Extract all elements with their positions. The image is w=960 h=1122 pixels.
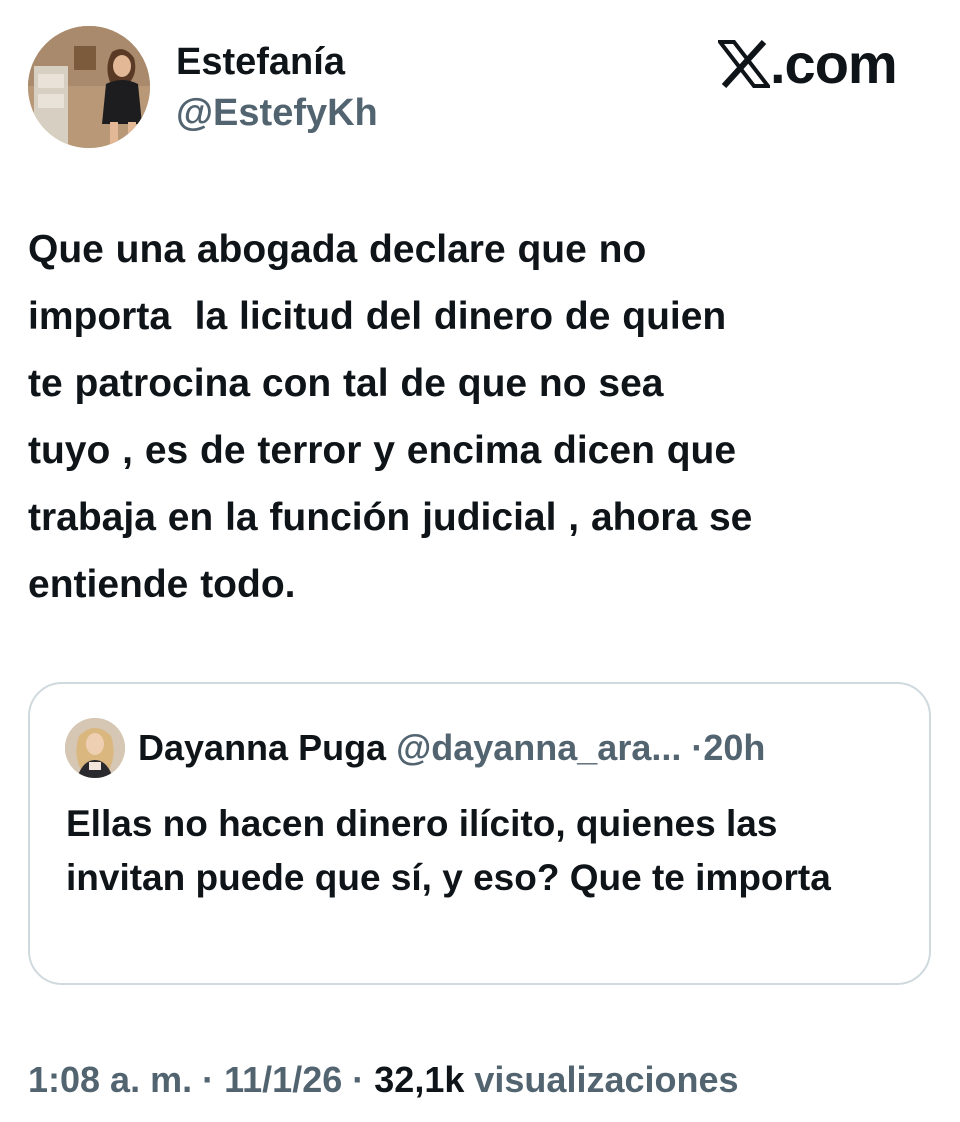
view-count-label: visualizaciones [474, 1059, 739, 1100]
avatar-photo [28, 26, 150, 148]
author-name[interactable]: Estefanía [176, 40, 345, 84]
brand-watermark: .com [718, 32, 898, 95]
quoted-separator: · [691, 727, 704, 768]
author-handle[interactable]: @EstefyKh [176, 91, 378, 135]
author-avatar[interactable] [28, 26, 150, 148]
quoted-author-avatar[interactable] [65, 718, 125, 778]
meta-separator: · [202, 1059, 215, 1100]
brand-domain: .com [770, 32, 898, 95]
quoted-author-handle[interactable]: @dayanna_ara... [396, 727, 681, 768]
tweet-meta: 1:08 a. m. · 11/1/26 · 32,1k visualizaci… [28, 1058, 739, 1102]
x-logo-icon [718, 40, 770, 88]
quoted-author-name[interactable]: Dayanna Puga [138, 727, 386, 768]
quoted-avatar-photo [65, 718, 125, 778]
quoted-tweet-card[interactable]: Dayanna Puga @dayanna_ara... ·20h Ellas … [28, 682, 931, 985]
tweet-text: Que una abogada declare que no importa l… [28, 228, 753, 606]
view-count: 32,1k [374, 1059, 465, 1100]
quoted-tweet-text: Ellas no hacen dinero ilícito, quienes l… [66, 803, 831, 898]
tweet-time[interactable]: 1:08 a. m. [28, 1059, 192, 1100]
meta-separator: · [352, 1059, 365, 1100]
quoted-timestamp[interactable]: 20h [703, 727, 765, 768]
tweet-date[interactable]: 11/1/26 [224, 1059, 342, 1100]
quoted-tweet-header: Dayanna Puga @dayanna_ara... ·20h [138, 726, 765, 770]
